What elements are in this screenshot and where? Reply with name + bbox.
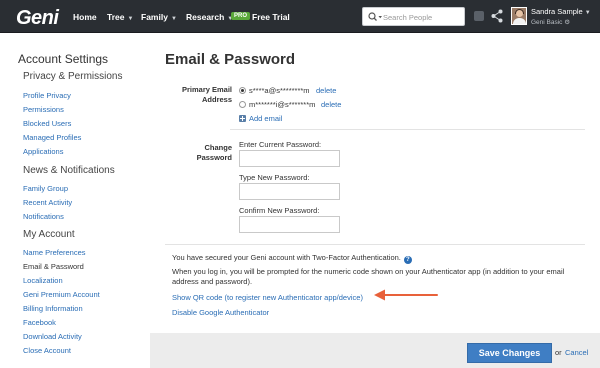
avatar-head	[516, 10, 523, 17]
avatar-body	[513, 18, 526, 24]
sidebar-item-recent-activity[interactable]: Recent Activity	[23, 198, 72, 207]
logo-text: Geni	[16, 7, 59, 29]
sidebar-item-blocked-users[interactable]: Blocked Users	[23, 119, 71, 128]
sidebar-section-my-account: My Account	[23, 229, 75, 240]
user-menu[interactable]: Sandra Sample ▼	[531, 7, 591, 16]
search-input[interactable]	[383, 10, 463, 24]
page-title: Email & Password	[165, 51, 296, 68]
chevron-down-icon: ▼	[127, 16, 134, 22]
nav-home[interactable]: Home	[73, 12, 97, 22]
show-qr-code-link[interactable]: Show QR code (to register new Authentica…	[172, 293, 363, 302]
divider	[165, 244, 585, 245]
geni-logo[interactable]: Geni	[16, 7, 59, 30]
share-icon[interactable]	[491, 9, 503, 23]
add-email-icon[interactable]	[239, 115, 246, 122]
nav-home-label: Home	[73, 12, 97, 22]
free-trial-label: Free Trial	[252, 12, 290, 22]
sidebar-item-permissions[interactable]: Permissions	[23, 105, 64, 114]
change-password-label: Change Password	[160, 143, 232, 163]
email-address-1: s****a@s********m	[249, 86, 310, 95]
current-password-label: Enter Current Password:	[239, 140, 322, 149]
add-email-link[interactable]: Add email	[249, 114, 282, 123]
sidebar: Account Settings Privacy & Permissions P…	[0, 33, 150, 368]
nav-family-label: Family	[141, 12, 168, 22]
annotation-arrow-icon	[374, 289, 438, 301]
divider	[230, 129, 585, 130]
sidebar-item-managed-profiles[interactable]: Managed Profiles	[23, 133, 81, 142]
search-box[interactable]	[362, 7, 465, 26]
delete-email-2-link[interactable]: delete	[321, 100, 341, 109]
email-radio-1[interactable]	[239, 87, 246, 94]
sidebar-item-family-group[interactable]: Family Group	[23, 184, 68, 193]
two-factor-info: When you log in, you will be prompted fo…	[172, 267, 565, 286]
two-factor-status-text: You have secured your Geni account with …	[172, 253, 401, 262]
sidebar-item-profile-privacy[interactable]: Profile Privacy	[23, 91, 71, 100]
confirm-password-label: Confirm New Password:	[239, 206, 320, 215]
avatar[interactable]	[511, 7, 527, 25]
user-plan-label: Geni Basic	[531, 19, 563, 26]
sidebar-section-news: News & Notifications	[23, 165, 115, 176]
user-plan: Geni Basic ⚙	[531, 18, 570, 26]
or-text: or	[555, 348, 562, 357]
cancel-link[interactable]: Cancel	[565, 348, 588, 357]
chevron-down-icon: ▼	[584, 10, 591, 16]
change-password-label-line1: Change	[204, 143, 232, 152]
settings-icon[interactable]: ⚙	[564, 19, 570, 26]
main-content: Email & Password Primary Email Address s…	[150, 33, 600, 368]
sidebar-item-download-activity[interactable]: Download Activity	[23, 332, 82, 341]
primary-email-label-line2: Address	[201, 95, 232, 104]
email-radio-2[interactable]	[239, 101, 246, 108]
sidebar-item-geni-premium[interactable]: Geni Premium Account	[23, 290, 100, 299]
nav-tree-label: Tree	[107, 12, 125, 22]
pro-badge: PRO	[231, 12, 251, 20]
primary-email-label-line1: Primary Email	[181, 85, 232, 94]
sidebar-title: Account Settings	[18, 52, 109, 66]
new-password-label: Type New Password:	[239, 173, 310, 182]
sidebar-item-notifications[interactable]: Notifications	[23, 212, 64, 221]
chevron-down-icon: ▼	[170, 16, 177, 22]
nav-research[interactable]: Research ▼	[186, 12, 233, 22]
user-name: Sandra Sample	[531, 7, 583, 16]
delete-email-1-link[interactable]: delete	[316, 86, 336, 95]
sidebar-item-name-preferences[interactable]: Name Preferences	[23, 248, 86, 257]
help-icon[interactable]: ?	[403, 256, 412, 264]
nav-free-trial[interactable]: Free Trial	[252, 12, 290, 22]
sidebar-item-email-password[interactable]: Email & Password	[23, 262, 84, 271]
sidebar-section-privacy: Privacy & Permissions	[23, 71, 123, 82]
confirm-password-input[interactable]	[239, 216, 340, 233]
top-navigation-bar: Geni Home Tree ▼ Family ▼ Research ▼ PRO Fr…	[0, 0, 600, 33]
new-password-input[interactable]	[239, 183, 340, 200]
nav-family[interactable]: Family ▼	[141, 12, 177, 22]
sidebar-item-close-account[interactable]: Close Account	[23, 346, 71, 355]
notification-icon[interactable]	[474, 11, 484, 21]
nav-research-label: Research	[186, 12, 225, 22]
nav-tree[interactable]: Tree ▼	[107, 12, 133, 22]
change-password-label-line2: Password	[196, 153, 232, 162]
disable-authenticator-link[interactable]: Disable Google Authenticator	[172, 308, 269, 317]
sidebar-item-applications[interactable]: Applications	[23, 147, 63, 156]
current-password-input[interactable]	[239, 150, 340, 167]
save-changes-button[interactable]: Save Changes	[467, 343, 552, 363]
sidebar-item-billing[interactable]: Billing Information	[23, 304, 83, 313]
email-address-2: m*******i@s*******m	[249, 100, 316, 109]
sidebar-item-facebook[interactable]: Facebook	[23, 318, 56, 327]
two-factor-status: You have secured your Geni account with …	[172, 253, 592, 264]
sidebar-item-localization[interactable]: Localization	[23, 276, 63, 285]
search-icon[interactable]	[368, 12, 384, 22]
primary-email-label: Primary Email Address	[160, 85, 232, 105]
